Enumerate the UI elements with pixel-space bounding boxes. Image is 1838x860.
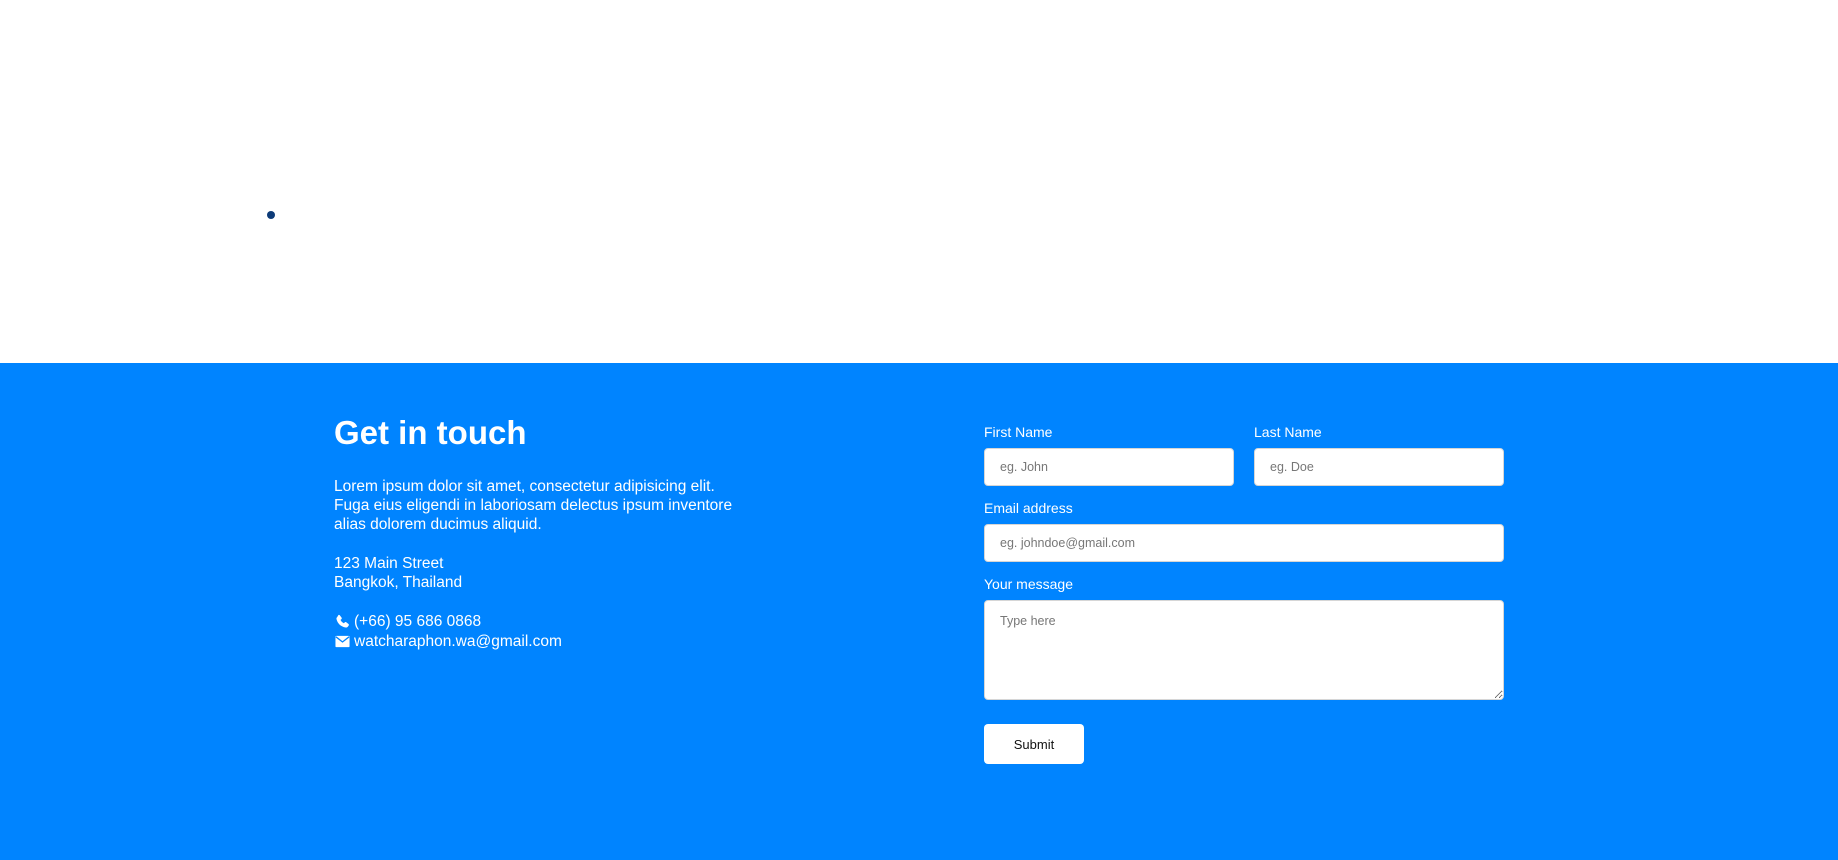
list-bullet-dot (267, 211, 275, 219)
message-label: Your message (984, 576, 1073, 592)
email-text[interactable]: watcharaphon.wa@gmail.com (354, 632, 562, 652)
first-name-label: First Name (984, 424, 1053, 440)
name-row: First Name Last Name (984, 424, 1504, 486)
submit-button[interactable]: Submit (984, 724, 1084, 764)
envelope-icon (334, 634, 350, 650)
contact-section: Get in touch Lorem ipsum dolor sit amet,… (0, 363, 1838, 860)
phone-icon (334, 614, 350, 630)
contact-email: watcharaphon.wa@gmail.com (334, 632, 754, 652)
email-group: Email address (984, 500, 1504, 562)
phone-text: (+66) 95 686 0868 (354, 612, 482, 630)
message-group: Your message (984, 576, 1504, 700)
message-textarea[interactable] (984, 600, 1504, 700)
last-name-label: Last Name (1254, 424, 1322, 440)
contact-intro: Lorem ipsum dolor sit amet, consectetur … (334, 477, 733, 533)
contact-info: Get in touch Lorem ipsum dolor sit amet,… (334, 413, 754, 652)
email-label: Email address (984, 500, 1073, 516)
email-input[interactable] (984, 524, 1504, 562)
contact-address: 123 Main Street Bangkok, Thailand (334, 554, 754, 592)
first-name-input[interactable] (984, 448, 1234, 486)
first-name-group: First Name (984, 424, 1234, 486)
last-name-group: Last Name (1254, 424, 1504, 486)
address-line-1: 123 Main Street (334, 554, 444, 572)
top-area (0, 0, 1838, 363)
contact-form: First Name Last Name Email address Your … (984, 424, 1504, 764)
contact-phone: (+66) 95 686 0868 (334, 612, 754, 632)
contact-heading: Get in touch (334, 414, 527, 451)
address-line-2: Bangkok, Thailand (334, 573, 463, 591)
last-name-input[interactable] (1254, 448, 1504, 486)
